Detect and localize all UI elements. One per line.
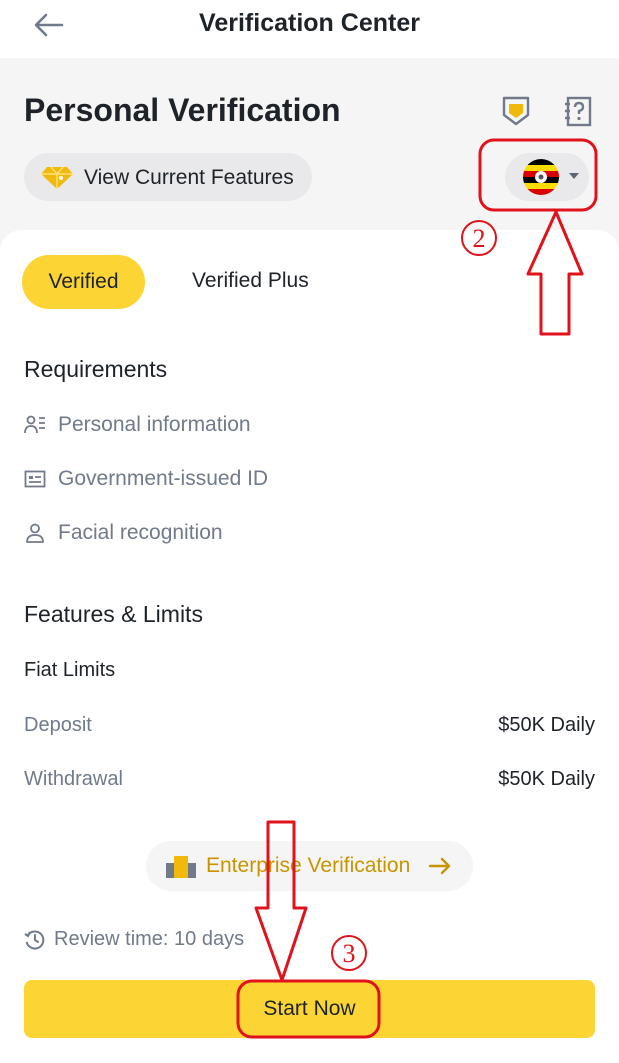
page-header-title: Verification Center	[199, 9, 420, 37]
arrow-right-icon	[428, 857, 451, 875]
requirement-label: Personal information	[58, 413, 251, 436]
withdrawal-label: Withdrawal	[24, 768, 123, 790]
withdrawal-value: $50K Daily	[498, 768, 595, 790]
view-features-button[interactable]: View Current Features	[24, 153, 312, 201]
requirements-title: Requirements	[24, 356, 168, 382]
requirement-item: Personal information	[24, 411, 251, 439]
requirement-label: Government-issued ID	[58, 467, 269, 490]
person-icon	[26, 523, 44, 543]
uganda-flag-icon	[523, 159, 559, 195]
diamond-icon	[41, 166, 73, 189]
help-document-icon[interactable]	[563, 95, 593, 128]
review-time: Review time: 10 days	[24, 928, 244, 951]
building-icon	[166, 856, 196, 878]
requirement-item: Facial recognition	[24, 519, 223, 547]
person-info-icon	[24, 415, 45, 434]
tab-verified-plus[interactable]: Verified Plus	[192, 269, 309, 293]
tab-verified[interactable]: Verified	[22, 255, 145, 309]
top-bar: Verification Center	[0, 0, 619, 58]
page-title: Personal Verification	[24, 92, 341, 128]
requirement-label: Facial recognition	[58, 521, 223, 544]
requirement-item: Government-issued ID	[24, 465, 268, 493]
features-title: Features & Limits	[24, 601, 203, 627]
id-card-icon	[24, 470, 46, 488]
view-features-label: View Current Features	[84, 166, 294, 189]
enterprise-verification-label: Enterprise Verification	[206, 854, 411, 877]
fiat-limits-title: Fiat Limits	[24, 659, 116, 681]
review-time-text: Review time: 10 days	[54, 928, 245, 950]
shield-icon[interactable]	[501, 95, 531, 127]
country-selector[interactable]	[505, 153, 589, 201]
deposit-label: Deposit	[24, 714, 92, 736]
chevron-down-icon	[569, 173, 579, 179]
enterprise-verification-button[interactable]: Enterprise Verification	[146, 841, 473, 891]
deposit-value: $50K Daily	[498, 714, 595, 736]
start-now-button[interactable]: Start Now	[24, 980, 595, 1038]
clock-icon	[24, 930, 45, 949]
